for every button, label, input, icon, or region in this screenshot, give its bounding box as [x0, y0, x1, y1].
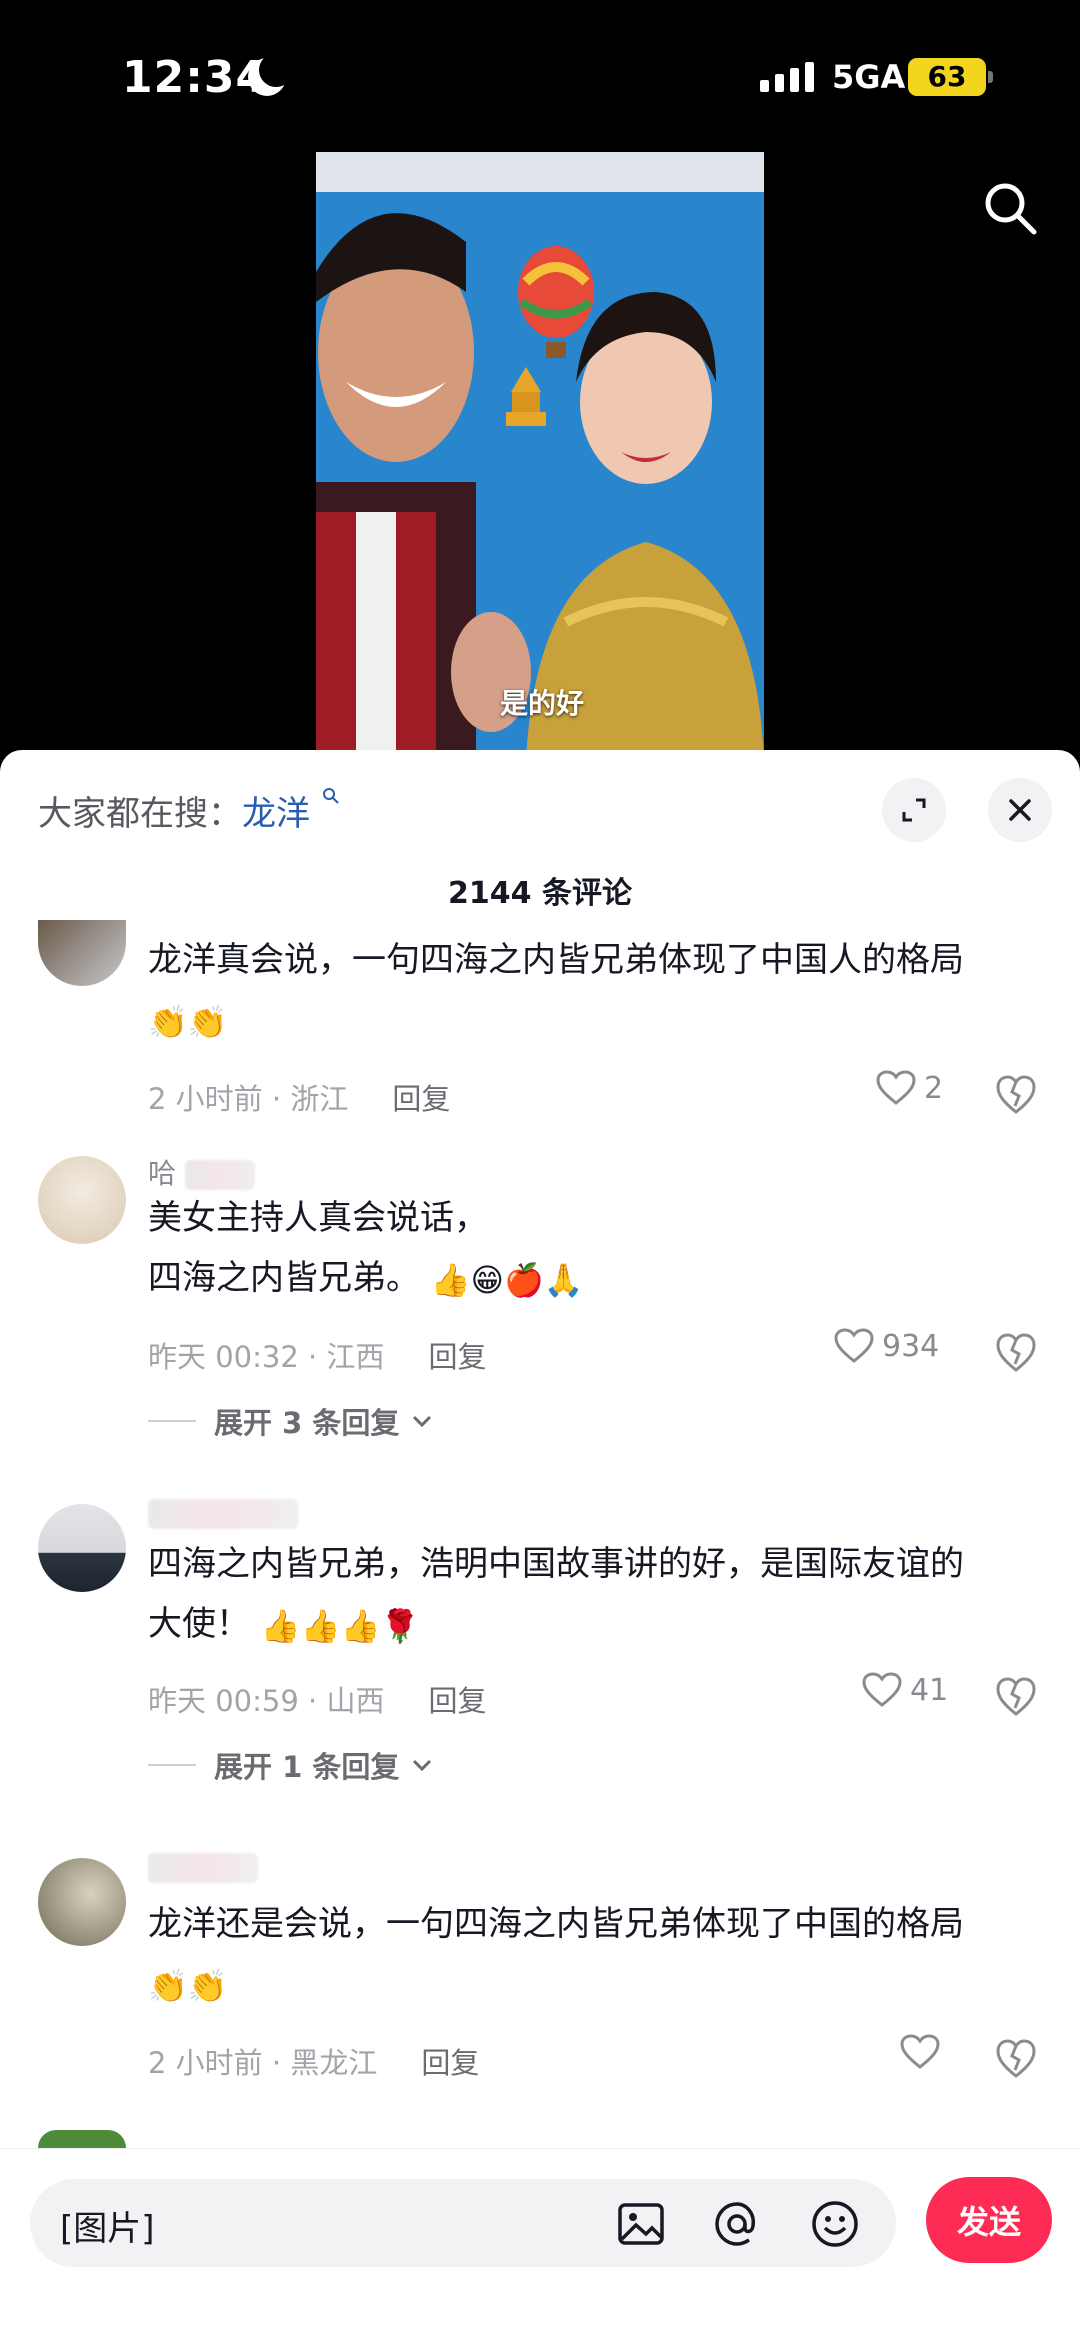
moon-icon — [248, 53, 293, 96]
username-text: 哈 — [148, 1157, 177, 1190]
video-caption: 是的好 — [500, 687, 585, 720]
comment-location: 山西 — [326, 1684, 385, 1718]
expand-replies-label: 展开 1 条回复 — [214, 1750, 400, 1784]
comment-count-title: 2144 条评论 — [448, 876, 632, 911]
comment-input[interactable]: [图片] — [30, 2179, 896, 2267]
reply-button[interactable]: 回复 — [428, 1678, 486, 1720]
network-label: 5GA — [832, 58, 906, 96]
fullscreen-button[interactable] — [882, 778, 946, 842]
like-count: 2 — [924, 1070, 944, 1106]
comment-location: 江西 — [326, 1340, 385, 1374]
comment-location: 黑龙江 — [290, 2046, 378, 2080]
heart-icon — [834, 1328, 874, 1363]
comment-emojis: 👏👏 — [148, 1002, 228, 1041]
like-button[interactable]: 41 — [862, 1672, 948, 1708]
comment-time: 昨天 00:32 — [148, 1340, 299, 1374]
heart-icon — [876, 1070, 916, 1105]
heart-icon — [900, 2034, 940, 2069]
emoji-icon[interactable] — [808, 2197, 862, 2251]
status-time: 12:34 — [122, 52, 268, 103]
comment-time: 昨天 00:59 — [148, 1684, 299, 1718]
chevron-down-icon — [413, 1759, 432, 1772]
send-button[interactable]: 发送 — [926, 2177, 1052, 2263]
comment-username[interactable] — [148, 1850, 258, 1884]
dislike-icon[interactable] — [994, 1072, 1038, 1116]
comment-body: 龙洋真会说，一句四海之内皆兄弟体现了中国人的格局 — [148, 940, 964, 980]
comment-username[interactable]: 哈 — [148, 1152, 255, 1190]
comment-input-value: [图片] — [60, 2209, 155, 2249]
comment-text: 龙洋真会说，一句四海之内皆兄弟体现了中国人的格局 👏👏 — [148, 930, 1028, 1052]
comment-emojis: 👍👍👍🌹 — [260, 1606, 421, 1645]
comment-text: 美女主持人真会说话， 四海之内皆兄弟。 👍😁🍎🙏 — [148, 1188, 1028, 1310]
comment-body-line2: 大使！ — [148, 1604, 250, 1644]
image-icon[interactable] — [614, 2197, 668, 2251]
comment-time: 2 小时前 — [148, 1082, 263, 1116]
dislike-icon[interactable] — [994, 2036, 1038, 2080]
expand-replies-button[interactable]: 展开 3 条回复 — [148, 1400, 433, 1442]
avatar[interactable] — [38, 2130, 126, 2148]
comment-meta: 昨天 00:32 · 江西 回复 — [148, 1334, 486, 1376]
hot-search-keyword[interactable]: 龙洋 — [242, 794, 310, 834]
avatar[interactable] — [38, 1504, 126, 1592]
comment-meta: 昨天 00:59 · 山西 回复 — [148, 1678, 486, 1720]
comment-location: 浙江 — [290, 1082, 349, 1116]
avatar[interactable] — [38, 920, 126, 986]
battery-indicator: 63 — [908, 58, 993, 96]
reply-button[interactable]: 回复 — [428, 1334, 486, 1376]
chevron-down-icon — [413, 1415, 432, 1428]
close-button[interactable] — [988, 778, 1052, 842]
video-area: 12:34 5GA 63 是的好 — [0, 0, 1080, 760]
expand-replies-label: 展开 3 条回复 — [214, 1406, 400, 1440]
hot-search-label: 大家都在搜： — [38, 794, 242, 834]
comment-sheet: 大家都在搜：龙洋 2144 条评论 龙洋真会说，一句四海之内皆兄弟体现了中国人的… — [0, 750, 1080, 2346]
comment-username[interactable] — [148, 1496, 298, 1530]
expand-replies-button[interactable]: 展开 1 条回复 — [148, 1744, 433, 1786]
signal-icon — [760, 62, 814, 92]
heart-icon — [862, 1672, 902, 1707]
video-frame-image — [316, 152, 764, 760]
comment-body-line1: 美女主持人真会说话， — [148, 1198, 488, 1238]
comment-body: 龙洋还是会说，一句四海之内皆兄弟体现了中国的格局 — [148, 1904, 964, 1944]
hot-search-bar[interactable]: 大家都在搜：龙洋 — [38, 786, 341, 835]
like-button[interactable]: 2 — [876, 1070, 943, 1106]
expand-icon — [902, 798, 926, 822]
reply-button[interactable]: 回复 — [421, 2040, 479, 2082]
like-count: 41 — [910, 1672, 949, 1708]
comment-body-line1: 四海之内皆兄弟，浩明中国故事讲的好，是国际友谊的 — [148, 1544, 964, 1584]
search-icon[interactable] — [980, 178, 1040, 238]
like-count: 934 — [882, 1328, 940, 1364]
at-icon[interactable] — [710, 2197, 764, 2251]
comment-input-bar: [图片] 发送 — [0, 2148, 1080, 2346]
reply-button[interactable]: 回复 — [392, 1076, 450, 1118]
username-blur — [148, 1853, 258, 1883]
like-button[interactable] — [900, 2034, 948, 2070]
dislike-icon[interactable] — [994, 1674, 1038, 1718]
dislike-icon[interactable] — [994, 1330, 1038, 1374]
like-button[interactable]: 934 — [834, 1328, 939, 1364]
divider-line — [148, 1764, 196, 1766]
avatar[interactable] — [38, 1858, 126, 1946]
comment-text: 四海之内皆兄弟，浩明中国故事讲的好，是国际友谊的 大使！ 👍👍👍🌹 — [148, 1534, 1028, 1656]
comment-body-line2: 四海之内皆兄弟。 — [148, 1258, 420, 1298]
keyword-search-icon — [322, 788, 339, 804]
comment-text: 龙洋还是会说，一句四海之内皆兄弟体现了中国的格局 👏👏 — [148, 1894, 1028, 2016]
close-icon — [1009, 799, 1031, 821]
username-blur — [184, 1160, 255, 1190]
comment-meta: 2 小时前 · 黑龙江 回复 — [148, 2040, 479, 2082]
username-blur — [148, 1499, 298, 1529]
comment-emojis: 👍😁🍎🙏 — [430, 1260, 584, 1299]
divider-line — [148, 1420, 196, 1422]
comment-time: 2 小时前 — [148, 2046, 263, 2080]
video-player[interactable] — [316, 152, 764, 760]
comment-emojis: 👏👏 — [148, 1966, 228, 2005]
comment-meta: 2 小时前 · 浙江 回复 — [148, 1076, 450, 1118]
avatar[interactable] — [38, 1156, 126, 1244]
